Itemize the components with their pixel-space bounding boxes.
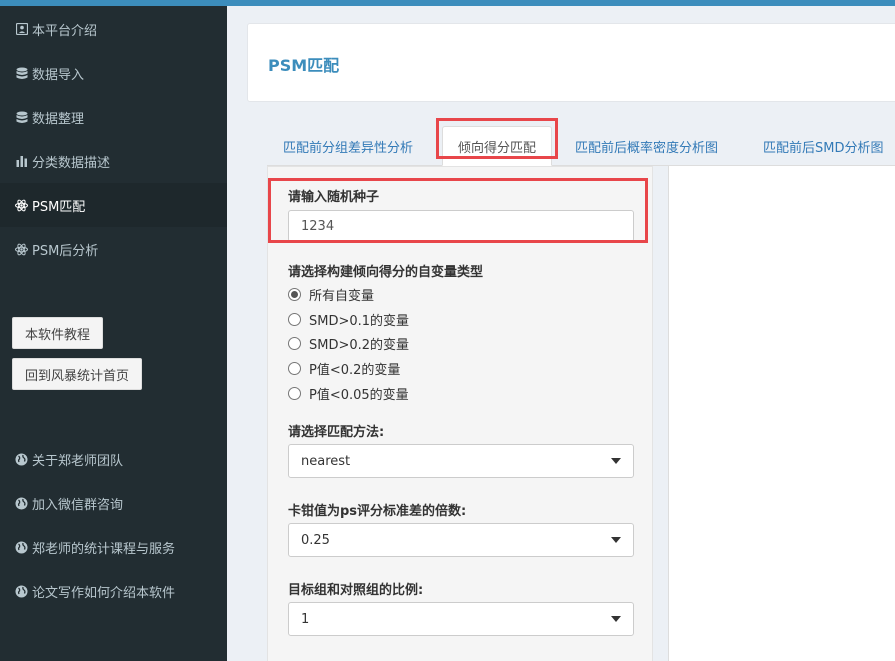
sidebar-link-courses[interactable]: 郑老师的统计课程与服务	[0, 525, 227, 569]
caliper-select-value: 0.25	[301, 532, 330, 548]
tutorial-button[interactable]: 本软件教程	[12, 317, 104, 349]
radio-button[interactable]	[288, 312, 301, 326]
sidebar-item-data-cleanup[interactable]: 数据整理	[0, 95, 227, 139]
method-select-value: nearest	[301, 453, 351, 469]
tab-propensity-match[interactable]: 倾向得分匹配	[442, 126, 553, 166]
id-card-icon	[15, 23, 28, 36]
sidebar: 本平台介绍 数据导入 数据整理 分类数据描述 PSM匹配 PSM后分析 本软件教…	[0, 6, 227, 661]
sidebar-item-label: PSM匹配	[32, 199, 86, 215]
radio-label: SMD>0.2的变量	[309, 337, 410, 353]
globe-icon	[15, 585, 28, 598]
sidebar-item-post-psm[interactable]: PSM后分析	[0, 227, 227, 271]
radio-label: P值<0.2的变量	[309, 362, 401, 378]
sidebar-item-label: 分类数据描述	[32, 155, 111, 171]
sidebar-item-label: 本平台介绍	[32, 23, 98, 39]
vartype-option-all[interactable]: 所有自变量	[288, 284, 374, 304]
tab-bar: 匹配前分组差异性分析 倾向得分匹配 匹配前后概率密度分析图 匹配前后SMD分析图	[267, 126, 895, 166]
bar-chart-icon	[15, 155, 28, 168]
page-title: PSM匹配	[268, 56, 340, 75]
radio-label: P值<0.05的变量	[309, 387, 409, 403]
caliper-select[interactable]: 0.25	[288, 523, 634, 557]
sidebar-item-label: 数据导入	[32, 67, 85, 83]
vartype-option-p005[interactable]: P值<0.05的变量	[288, 383, 409, 403]
sidebar-item-label: 加入微信群咨询	[32, 497, 124, 513]
vartype-option-smd02[interactable]: SMD>0.2的变量	[288, 333, 409, 353]
globe-icon	[15, 497, 28, 510]
sidebar-item-label: 郑老师的统计课程与服务	[32, 541, 176, 557]
title-box: PSM匹配	[247, 23, 895, 102]
method-label: 请选择匹配方法:	[288, 425, 385, 440]
database-icon	[15, 111, 28, 124]
atom-icon	[15, 243, 28, 256]
caliper-label: 卡钳值为ps评分标准差的倍数:	[288, 504, 467, 519]
chevron-down-icon	[611, 458, 621, 464]
ratio-label: 目标组和对照组的比例:	[288, 583, 424, 598]
ratio-select-value: 1	[301, 611, 310, 627]
main-content: PSM匹配 匹配前分组差异性分析 倾向得分匹配 匹配前后概率密度分析图 匹配前后…	[227, 6, 895, 661]
database-icon	[15, 67, 28, 80]
sidebar-item-categorical-desc[interactable]: 分类数据描述	[0, 139, 227, 183]
radio-button[interactable]	[288, 361, 301, 375]
sidebar-link-paper[interactable]: 论文写作如何介绍本软件	[0, 569, 227, 613]
tab-density-plot[interactable]: 匹配前后概率密度分析图	[575, 126, 718, 166]
tab-pre-match-diff[interactable]: 匹配前分组差异性分析	[283, 126, 413, 166]
radio-label: SMD>0.1的变量	[309, 313, 410, 329]
seed-input[interactable]: 1234	[288, 210, 634, 242]
sidebar-item-psm-match[interactable]: PSM匹配	[0, 183, 227, 227]
vartype-option-smd01[interactable]: SMD>0.1的变量	[288, 309, 409, 329]
tab-smd-plot[interactable]: 匹配前后SMD分析图	[763, 126, 883, 166]
ratio-select[interactable]: 1	[288, 602, 634, 636]
sidebar-item-label: 关于郑老师团队	[32, 453, 124, 469]
sidebar-item-label: 论文写作如何介绍本软件	[32, 585, 176, 601]
seed-label: 请输入随机种子	[288, 190, 380, 205]
sidebar-link-team[interactable]: 关于郑老师团队	[0, 437, 227, 481]
sidebar-item-data-import[interactable]: 数据导入	[0, 51, 227, 95]
sidebar-item-intro[interactable]: 本平台介绍	[0, 7, 227, 51]
atom-icon	[15, 199, 28, 212]
radio-button[interactable]	[288, 287, 301, 301]
globe-icon	[15, 541, 28, 554]
radio-label: 所有自变量	[309, 288, 375, 304]
sidebar-link-wechat[interactable]: 加入微信群咨询	[0, 481, 227, 525]
globe-icon	[15, 453, 28, 466]
radio-button[interactable]	[288, 386, 301, 400]
vartype-label: 请选择构建倾向得分的自变量类型	[288, 265, 484, 280]
radio-button[interactable]	[288, 336, 301, 350]
back-home-button[interactable]: 回到风暴统计首页	[12, 358, 143, 390]
sidebar-item-label: 数据整理	[32, 111, 85, 127]
form-panel: 请输入随机种子 1234 请选择构建倾向得分的自变量类型 所有自变量 SMD>0…	[267, 166, 653, 661]
output-panel	[668, 166, 895, 661]
vartype-option-p02[interactable]: P值<0.2的变量	[288, 358, 400, 378]
chevron-down-icon	[611, 616, 621, 622]
method-select[interactable]: nearest	[288, 444, 634, 478]
sidebar-item-label: PSM后分析	[32, 243, 99, 259]
chevron-down-icon	[611, 537, 621, 543]
